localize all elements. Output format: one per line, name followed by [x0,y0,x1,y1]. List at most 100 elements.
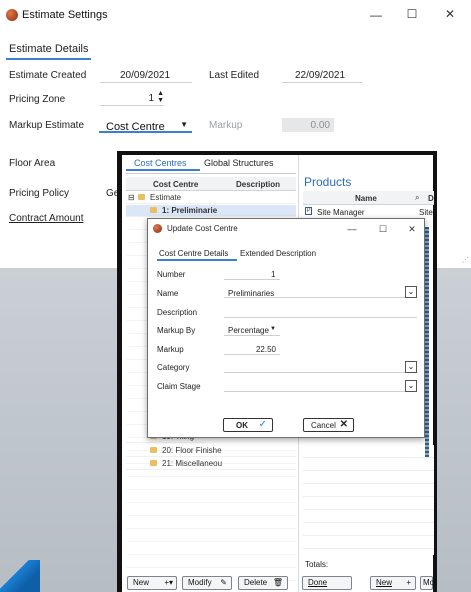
column-header-description[interactable]: Description [236,180,280,189]
chevron-down-icon[interactable]: ⌄ [405,380,417,392]
markup-label: Markup [209,120,243,131]
contract-amount-label: Contract Amount [9,213,84,224]
tab-divider [126,173,296,174]
markup-estimate-label: Markup Estimate [9,120,85,131]
markup-by-value: Percentage [228,326,269,335]
maximize-button[interactable]: ☐ [404,7,420,21]
ok-button[interactable]: OK ✓ [223,418,273,432]
minimize-button[interactable]: — [344,222,360,236]
description-input[interactable] [224,317,417,318]
trash-icon: 🗑 [272,578,283,587]
update-cost-centre-dialog: Update Cost Centre — ☐ ✕ Cost Centre Det… [147,218,425,438]
done-button-label: Done [308,578,328,587]
markup-by-select[interactable]: Percentage ▼ [224,323,280,336]
tab-global-structures[interactable]: Global Structures [204,158,274,168]
tree-row-miscellaneous[interactable]: 21: Miscellaneou [126,458,296,470]
dialog-title: Update Cost Centre [167,224,238,233]
name-select[interactable]: Preliminaries [224,285,417,298]
modify-button[interactable]: Modify ✎ [182,576,232,590]
chevron-down-icon: ▼ [180,120,188,129]
app-logo-icon [6,9,18,21]
done-button[interactable]: Done [302,576,352,590]
number-label: Number [157,270,186,279]
estimate-created-underline [100,82,192,83]
category-label: Category [157,363,190,372]
markup-input[interactable]: 0.00 [282,118,334,132]
tab-cost-centre-details[interactable]: Cost Centre Details [157,248,237,261]
claim-stage-label: Claim Stage [157,382,201,391]
markup-value: 22.50 [255,345,276,354]
pencil-icon: ✎ [220,578,227,587]
name-value: Preliminaries [228,289,275,298]
folder-icon [150,447,157,453]
markup-estimate-value: Cost Centre [106,121,165,133]
delete-button-label: Delete [244,578,268,587]
description-label: Description [157,308,198,317]
folder-icon [150,460,157,466]
close-button[interactable]: ✕ [404,222,420,236]
tree-row-label: 21: Miscellaneou [162,459,223,468]
new-product-button-label: New [376,578,393,587]
plus-icon: + [406,578,411,587]
minimize-button[interactable]: — [368,8,384,22]
cancel-button[interactable]: Cancel ✕ [303,418,354,432]
tree-row-preliminaries[interactable]: 1: Preliminarie [126,205,296,217]
product-icon: P [305,207,312,215]
markup-by-label: Markup By [157,326,196,335]
markup-input[interactable]: 22.50 [224,342,280,355]
pricing-zone-label: Pricing Zone [9,94,66,105]
desktop-wallpaper-accent [0,560,40,592]
delete-button[interactable]: Delete 🗑 [238,576,288,590]
tree-row-label: 1: Preliminarie [162,206,218,215]
ok-button-label: OK [236,421,248,430]
stepper-arrows-icon[interactable]: ▲ ▼ [157,90,164,104]
more-button[interactable]: Mo [420,576,434,590]
chevron-down-icon[interactable]: ⌄ [405,286,417,298]
tree-row-floor-finishes[interactable]: 20: Floor Finishe [126,445,296,457]
collapse-icon[interactable]: ⊟ [128,193,135,202]
tree-row-label: 20: Floor Finishe [162,446,222,455]
markup-value: 0.00 [310,120,330,131]
estimate-created-value: 20/09/2021 [120,70,171,81]
maximize-button[interactable]: ☐ [375,222,391,236]
folder-icon [138,194,145,200]
last-edited-value: 22/09/2021 [295,70,346,81]
pricing-zone-stepper[interactable]: 1 ▲ ▼ [100,90,164,106]
claim-stage-select[interactable] [224,391,417,392]
products-grid-header: Name ⌕ D [303,191,434,205]
new-button[interactable]: New +▾ [127,576,177,590]
floor-area-label: Floor Area [9,158,56,169]
new-product-button[interactable]: New + [370,576,416,590]
tree-row-estimate[interactable]: ⊟ Estimate [126,192,296,204]
search-icon[interactable]: ⌕ [415,193,419,203]
column-header-d[interactable]: D [428,194,434,203]
name-label: Name [157,289,179,298]
tab-cost-centres[interactable]: Cost Centres [126,158,200,171]
window-title: Estimate Settings [22,9,108,21]
tab-label: Cost Centres [134,158,187,168]
add-dropdown-icon: +▾ [164,578,173,587]
estimate-created-label: Estimate Created [9,70,87,81]
resize-grip-icon[interactable]: ⋰ [462,256,469,264]
last-edited-underline [282,82,362,83]
new-button-label: New [133,578,150,587]
chevron-down-icon[interactable]: ⌄ [405,361,417,373]
category-select[interactable] [224,372,417,373]
check-icon: ✓ [258,419,267,430]
last-edited-label: Last Edited [209,70,260,81]
number-underline [224,279,280,280]
pricing-zone-value: 1 [148,93,154,104]
tree-row-label: Estimate [150,193,182,202]
product-name: Site Manager [317,208,365,217]
column-header-name[interactable]: Name [355,194,377,203]
column-header-cost-centre[interactable]: Cost Centre [153,180,198,189]
grid-header: Cost Centre Description [126,177,296,191]
close-button[interactable]: ✕ [442,7,458,21]
close-x-icon: ✕ [339,419,348,430]
tab-extended-description[interactable]: Extended Description [240,249,316,258]
folder-icon [150,207,157,213]
products-scroll-edge [425,227,429,457]
tab-estimate-details[interactable]: Estimate Details [6,41,91,60]
markup-estimate-select[interactable]: Cost Centre ▼ [99,118,192,133]
chevron-down-icon: ▼ [270,326,276,332]
